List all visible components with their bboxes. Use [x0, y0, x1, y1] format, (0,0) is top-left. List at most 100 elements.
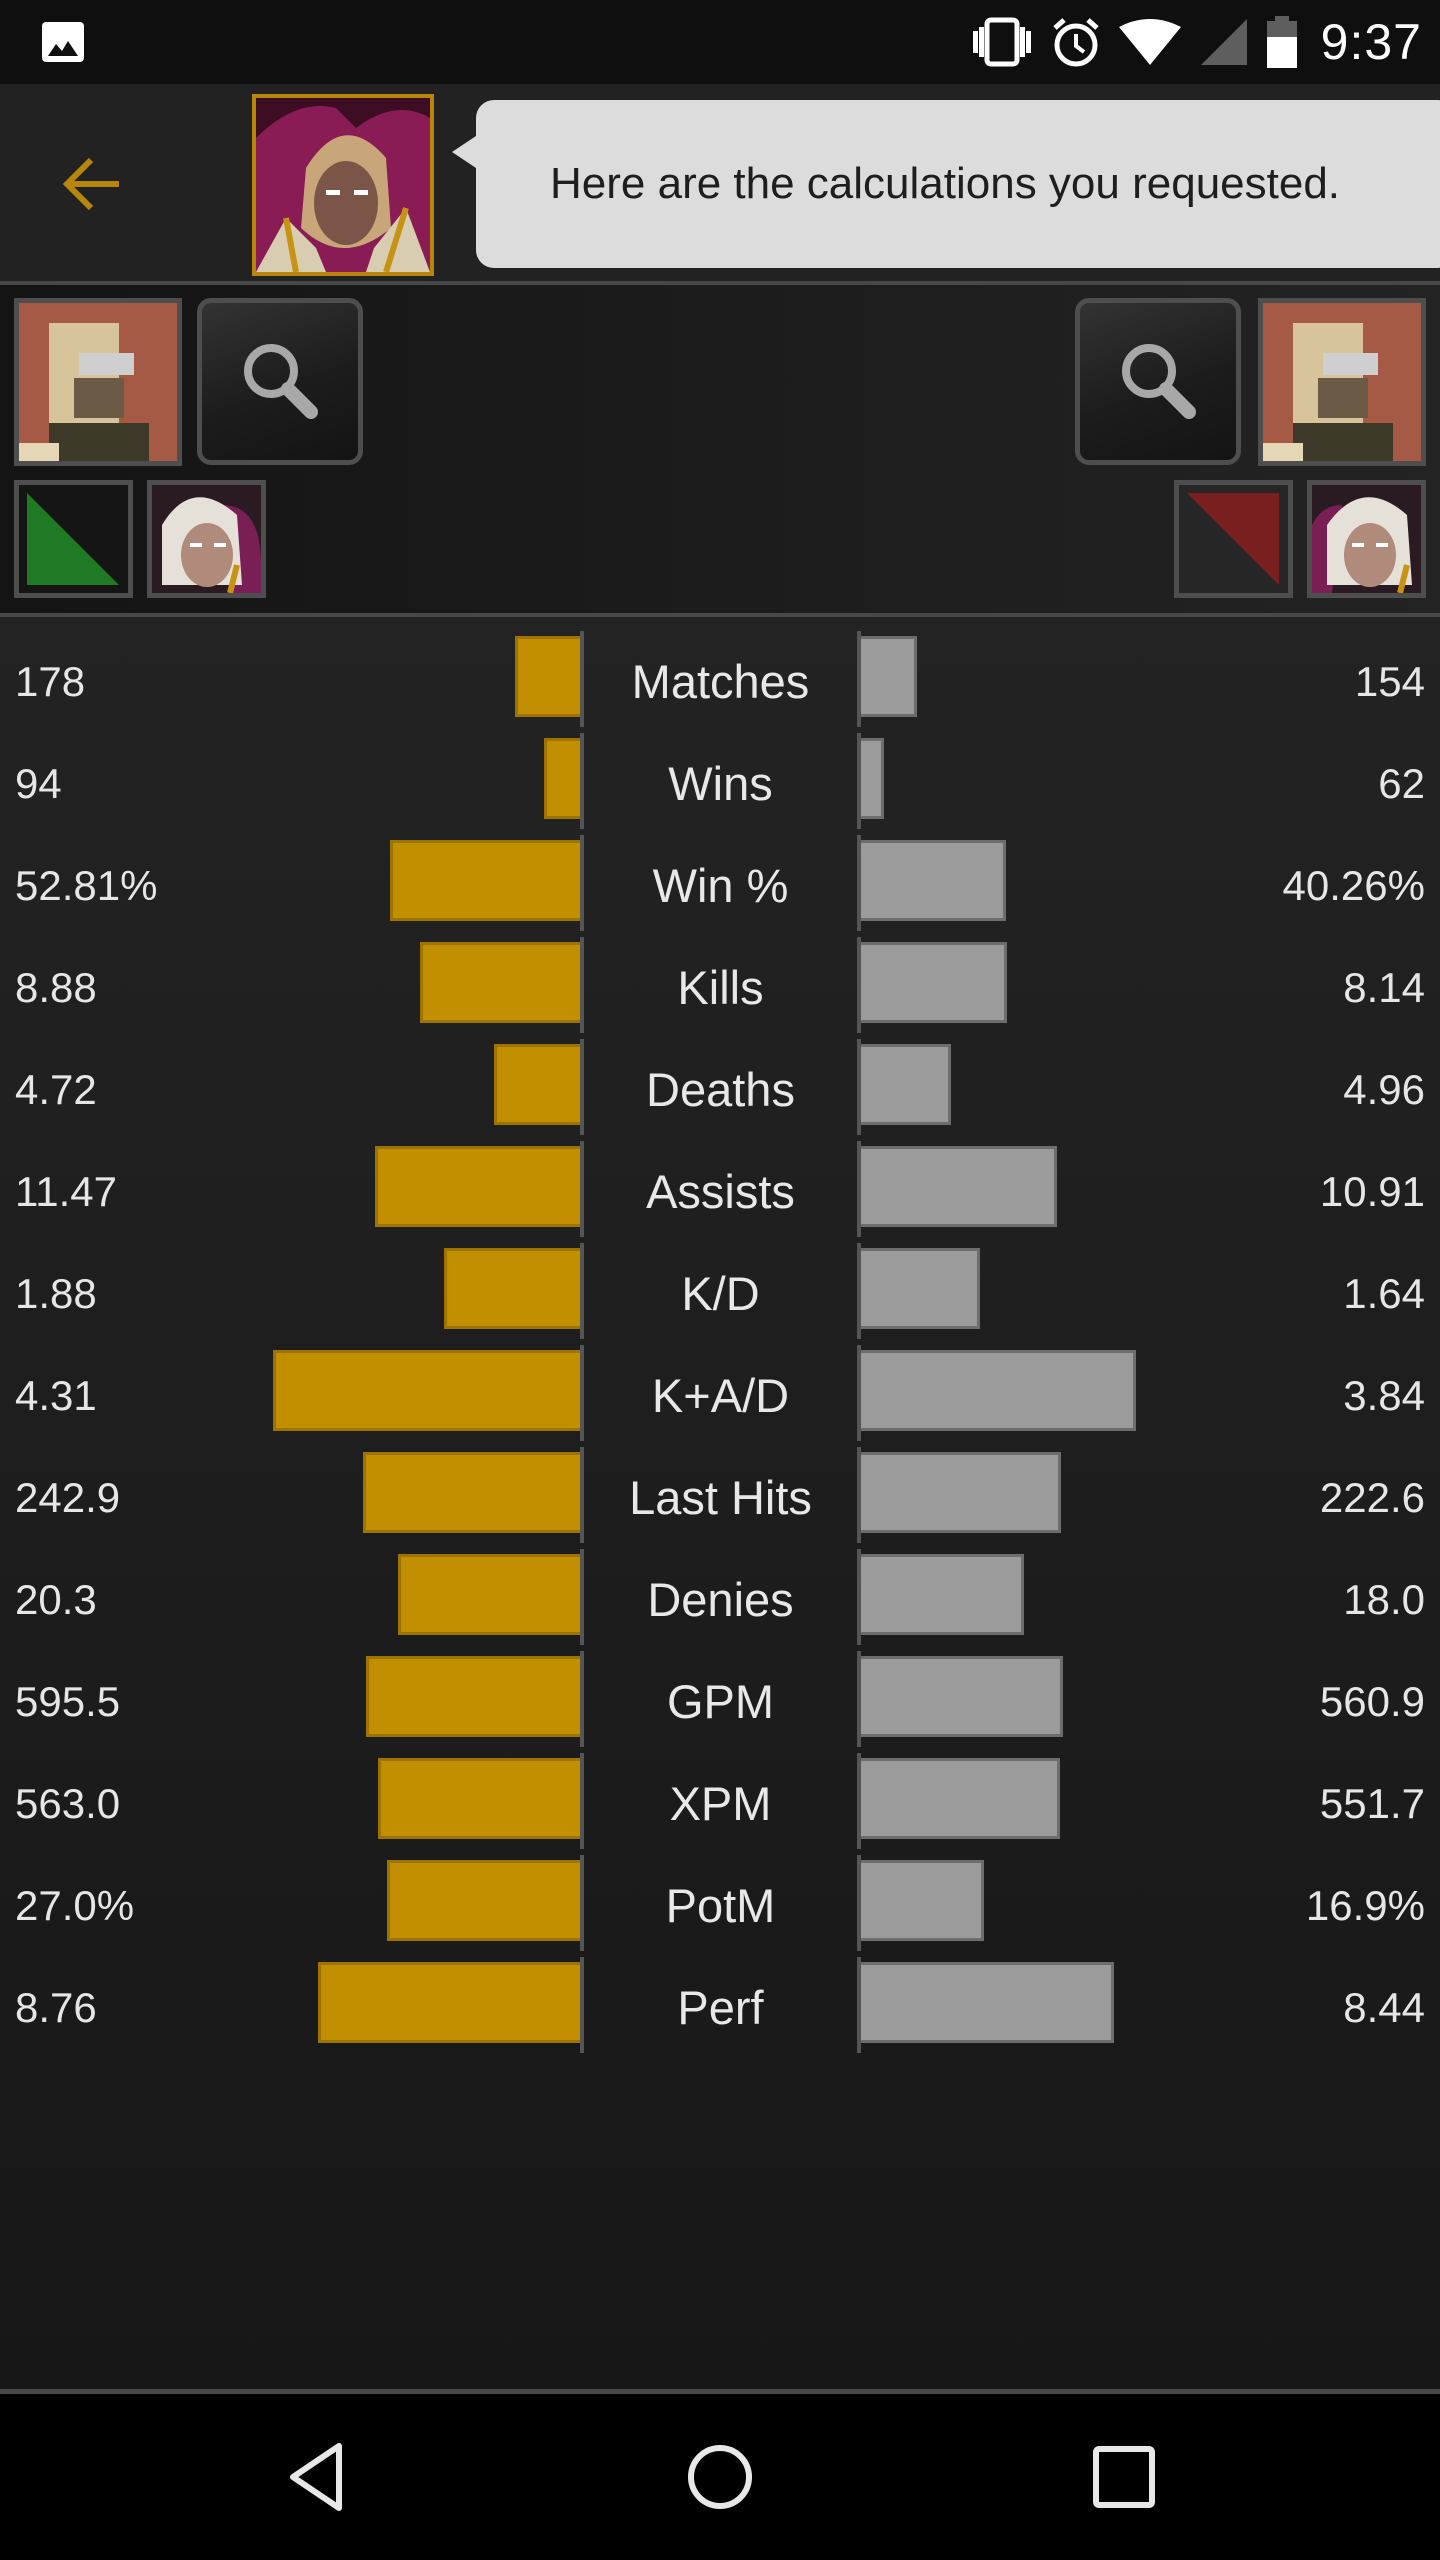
left-value: 94	[15, 760, 62, 807]
radiant-team-icon	[27, 493, 119, 585]
right-bar	[861, 942, 1007, 1023]
stat-label: Wins	[668, 757, 773, 810]
invoker-hero-icon	[1312, 485, 1421, 593]
clock: 9:37	[1320, 14, 1422, 70]
stat-row: 595.5 GPM 560.9	[0, 1651, 1440, 1753]
left-value: 178	[15, 658, 86, 705]
invoker-portrait-image	[256, 98, 430, 272]
right-value: 8.44	[1343, 1984, 1425, 2031]
left-value: 20.3	[15, 1576, 97, 1623]
right-bar	[861, 636, 917, 717]
left-bar	[378, 1758, 580, 1839]
stat-row: 27.0% PotM 16.9%	[0, 1855, 1440, 1957]
right-bar	[861, 1146, 1057, 1227]
wifi-icon	[1118, 19, 1181, 65]
right-bar	[861, 1554, 1024, 1635]
stat-label: Denies	[647, 1573, 794, 1626]
message-text: Here are the calculations you requested.	[550, 159, 1341, 208]
nav-back-icon	[290, 2443, 342, 2511]
nav-back-button[interactable]	[267, 2432, 367, 2522]
right-value: 551.7	[1319, 1780, 1425, 1827]
right-bar	[861, 1758, 1060, 1839]
stat-row: 563.0 XPM 551.7	[0, 1753, 1440, 1855]
right-search-button[interactable]	[1075, 298, 1241, 465]
right-bar	[861, 1044, 951, 1125]
left-bar	[390, 840, 580, 921]
left-search-button[interactable]	[197, 298, 363, 465]
alarm-icon	[1053, 18, 1099, 67]
stat-row: 94 Wins 62	[0, 733, 1440, 835]
right-bar	[861, 1248, 980, 1329]
right-bar	[861, 1350, 1136, 1431]
cellular-signal-icon	[1200, 19, 1247, 65]
left-bar	[494, 1044, 580, 1125]
left-value: 27.0%	[15, 1882, 135, 1929]
vibrate-icon	[972, 17, 1031, 67]
nav-recents-button[interactable]	[1074, 2432, 1174, 2522]
gallery-notification-icon	[42, 22, 84, 62]
left-bar	[420, 942, 580, 1023]
left-value: 1.88	[15, 1270, 97, 1317]
left-bar	[375, 1146, 580, 1227]
left-hero-icon[interactable]	[147, 480, 266, 598]
right-team-indicator	[1174, 480, 1293, 598]
stat-row: 178 Matches 154	[0, 631, 1440, 733]
stat-row: 4.72 Deaths 4.96	[0, 1039, 1440, 1141]
left-bar	[363, 1452, 580, 1533]
right-value: 10.91	[1319, 1168, 1425, 1215]
stat-row: 8.76 Perf 8.44	[0, 1957, 1440, 2059]
stat-label: Assists	[646, 1165, 795, 1218]
right-value: 560.9	[1319, 1678, 1425, 1725]
stats-comparison-chart: 178 Matches 154 94 Wins 62 52.81% Win % 40.26% 8.…	[0, 617, 1440, 2390]
nav-home-icon	[688, 2445, 752, 2509]
right-value: 154	[1354, 658, 1425, 705]
player-avatar-image	[19, 303, 177, 461]
stat-row: 20.3 Denies 18.0	[0, 1549, 1440, 1651]
right-bar	[861, 1656, 1063, 1737]
left-value: 8.76	[15, 1984, 97, 2031]
magnifier-icon	[1122, 343, 1196, 419]
stat-row: 242.9 Last Hits 222.6	[0, 1447, 1440, 1549]
left-value: 595.5	[15, 1678, 121, 1725]
toolbar: Here are the calculations you requested.	[0, 84, 1440, 281]
right-value: 4.96	[1343, 1066, 1425, 1113]
left-bar	[444, 1248, 580, 1329]
right-value: 40.26%	[1282, 862, 1425, 909]
arrow-left-icon	[62, 157, 119, 211]
left-value: 563.0	[15, 1780, 121, 1827]
right-bar	[861, 1452, 1061, 1533]
dire-team-icon	[1187, 493, 1279, 585]
player-avatar-image	[1263, 303, 1421, 461]
left-bar	[366, 1656, 580, 1737]
stat-row: 8.88 Kills 8.14	[0, 937, 1440, 1039]
stat-label: Win %	[652, 859, 789, 912]
left-value: 4.31	[15, 1372, 97, 1419]
left-player-avatar[interactable]	[14, 298, 182, 466]
right-bar	[861, 738, 884, 819]
left-bar	[387, 1860, 580, 1941]
left-bar	[544, 738, 580, 819]
right-bar	[861, 1860, 984, 1941]
left-value: 11.47	[15, 1168, 117, 1215]
left-value: 52.81%	[15, 862, 158, 909]
left-bar	[273, 1350, 580, 1431]
stat-row: 52.81% Win % 40.26%	[0, 835, 1440, 937]
back-button[interactable]	[52, 144, 132, 224]
hero-portrait[interactable]	[252, 94, 434, 276]
right-value: 3.84	[1343, 1372, 1425, 1419]
stat-label: Perf	[677, 1981, 764, 2034]
right-value: 1.64	[1343, 1270, 1425, 1317]
right-value: 8.14	[1343, 964, 1425, 1011]
stat-label: XPM	[669, 1777, 772, 1830]
left-value: 4.72	[15, 1066, 97, 1113]
players-section	[0, 285, 1440, 613]
nav-home-button[interactable]	[670, 2432, 770, 2522]
right-bar	[861, 840, 1006, 921]
message-bubble: Here are the calculations you requested.	[452, 100, 1440, 268]
right-player-avatar[interactable]	[1258, 298, 1426, 466]
right-hero-icon[interactable]	[1307, 480, 1426, 598]
magnifier-icon	[244, 343, 318, 419]
stat-label: Last Hits	[629, 1471, 812, 1524]
stat-row: 1.88 K/D 1.64	[0, 1243, 1440, 1345]
stat-label: Kills	[677, 961, 764, 1014]
